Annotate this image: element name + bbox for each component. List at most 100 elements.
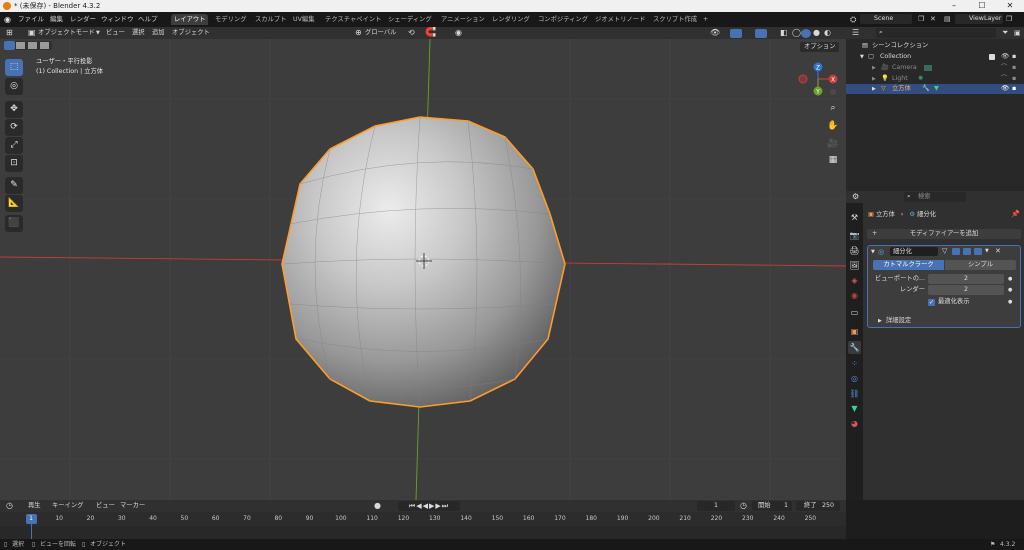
timeline-menu-view[interactable]: ビュー [96, 500, 115, 512]
outliner-collection[interactable]: ▼ ▢ Collection 👁 ▪ [846, 52, 1024, 62]
select-subtract-button[interactable] [28, 42, 37, 49]
tab-shading[interactable]: シェーディング [385, 14, 435, 25]
copy-view-layer-icon[interactable]: ❐ [1006, 12, 1012, 27]
pin-icon[interactable]: 📌 [1011, 210, 1020, 218]
viewport-menu-object[interactable]: オブジェクト [172, 27, 210, 39]
auto-keying-icon[interactable]: ● [374, 500, 381, 512]
eye-icon[interactable]: ⌒ [1001, 74, 1007, 84]
tab-geometry-nodes[interactable]: ジオメトリノード [592, 14, 648, 25]
current-frame-field[interactable]: 1 [697, 501, 735, 511]
select-new-button[interactable] [4, 41, 15, 50]
render-toggle-button[interactable] [974, 248, 982, 255]
properties-search-input[interactable]: ⌕ 検索 [904, 192, 966, 202]
proportional-edit-icon[interactable]: ◉ [455, 27, 462, 39]
timeline[interactable]: 1 10 20 30 40 50 60 70 80 90 100 110 120 130 140 150 160… [0, 512, 846, 539]
maximize-icon[interactable]: ☐ [968, 0, 996, 12]
keyframe-dot-icon[interactable]: ● [1008, 285, 1012, 295]
timeline-editor-icon[interactable]: ◷ [6, 500, 13, 512]
tab-texture-paint[interactable]: テクスチャペイント [322, 14, 384, 25]
timeline-menu-keying[interactable]: キーイング [52, 500, 83, 512]
xray-icon[interactable]: ◧ [780, 27, 788, 39]
timeline-menu-playback[interactable]: 再生 [28, 500, 41, 512]
tab-layout[interactable]: レイアウト [171, 14, 209, 25]
clock-icon[interactable]: ◷ [740, 500, 747, 512]
solid-shading-button[interactable] [801, 29, 811, 38]
data-tab-icon[interactable]: ▼ [848, 402, 861, 415]
timeline-menu-marker[interactable]: マーカー [120, 500, 145, 512]
select-box-tool[interactable]: ⬚ [5, 59, 23, 76]
view-layer-tab-icon[interactable]: 🖼 [848, 259, 861, 272]
options-dropdown[interactable]: オプション [800, 42, 840, 52]
tab-rendering[interactable]: レンダリング [489, 14, 533, 25]
modifier-name-field[interactable]: 細分化 [890, 247, 938, 256]
chevron-right-icon[interactable]: ▶ [878, 316, 882, 326]
frame-end-field[interactable]: 終了 250 [796, 501, 840, 511]
outliner-search-input[interactable]: ⌕ [876, 28, 996, 38]
view-layer-selector[interactable]: ViewLayer [955, 14, 1003, 24]
scale-tool[interactable]: ⤢ [5, 137, 23, 154]
scene-selector[interactable]: Scene [860, 14, 912, 24]
viewport-menu-add[interactable]: 追加 [152, 27, 165, 39]
edit-mode-icon[interactable]: ▽ [942, 246, 947, 257]
menu-edit[interactable]: 編集 [50, 12, 63, 27]
cage-toggle-button[interactable] [952, 248, 960, 255]
add-cube-tool[interactable]: ⬛ [5, 215, 23, 232]
rendered-shading-icon[interactable]: ◐ [824, 27, 831, 39]
tab-animation[interactable]: アニメーション [438, 14, 488, 25]
blender-menu-icon[interactable]: ◉ [4, 12, 11, 27]
pivot-icon[interactable]: ⟲ [408, 27, 415, 39]
object-tab-icon[interactable]: ▣ [848, 325, 861, 338]
playback-controls[interactable]: ⏮◀◀▶▶⏭ [398, 501, 460, 511]
snap-icon[interactable]: 🧲 [425, 27, 436, 39]
camera-render-icon[interactable]: ▪ [1012, 63, 1016, 73]
camera-render-icon[interactable]: ▪ [1012, 74, 1016, 84]
outliner-item-light[interactable]: ▶ 💡 Light ✺ ⌒ ▪ [846, 74, 1024, 84]
camera-render-icon[interactable]: ▪ [1012, 52, 1016, 62]
annotate-tool[interactable]: ✎ [5, 177, 23, 194]
cursor-tool[interactable]: ◎ [5, 78, 23, 95]
physics-tab-icon[interactable]: ◎ [848, 372, 861, 385]
particles-tab-icon[interactable]: ⁘ [848, 357, 861, 370]
new-collection-icon[interactable]: ▣ [1014, 27, 1021, 39]
select-extend-button[interactable] [16, 42, 25, 49]
viewport-menu-select[interactable]: 選択 [132, 27, 145, 39]
outliner-item-camera[interactable]: ▶ 🎥 Camera ⌒ ▪ [846, 63, 1024, 73]
viewport-menu-view[interactable]: ビュー [106, 27, 125, 39]
wireframe-shading-icon[interactable]: ◯ [792, 27, 801, 39]
scene-tab-icon[interactable]: ◈ [848, 274, 861, 287]
catmull-clark-button[interactable]: カトマルクラーク [873, 260, 944, 270]
menu-render[interactable]: レンダー [70, 12, 96, 27]
simple-button[interactable]: シンプル [945, 260, 1016, 270]
material-shading-icon[interactable]: ● [813, 27, 820, 39]
keyframe-dot-icon[interactable]: ● [1008, 274, 1012, 284]
tab-sculpt[interactable]: スカルプト [252, 14, 289, 25]
properties-editor-icon[interactable]: ⚙ [852, 191, 859, 203]
keyframe-dot-icon[interactable]: ● [1008, 297, 1012, 307]
transform-tool[interactable]: ⊡ [5, 155, 23, 172]
world-tab-icon[interactable]: ◉ [848, 289, 861, 302]
viewport-toggle-button[interactable] [963, 248, 971, 255]
collection-tab-icon[interactable]: ▭ [848, 306, 861, 319]
chevron-down-icon[interactable]: ▼ [985, 246, 989, 257]
camera-view-icon[interactable]: 🎥 [826, 137, 840, 151]
eye-icon[interactable]: 👁 [1001, 84, 1009, 94]
optimal-display-checkbox[interactable]: ✓ [928, 299, 935, 306]
constraints-tab-icon[interactable]: ⛓ [848, 387, 861, 400]
tab-modeling[interactable]: モデリング [212, 14, 249, 25]
gizmo-toggle-button[interactable] [730, 29, 742, 38]
tab-uv-editing[interactable]: UV編集 [290, 14, 318, 25]
eye-icon[interactable]: ⌒ [1001, 63, 1007, 73]
add-workspace-button[interactable]: + [700, 14, 711, 25]
menu-window[interactable]: ウィンドウ [101, 12, 134, 27]
levels-render-field[interactable]: 2 [928, 285, 1004, 295]
transform-orientation-selector[interactable]: グローバル [365, 27, 396, 39]
delete-icon[interactable]: ✕ [930, 12, 936, 27]
outliner-item-cube[interactable]: ▶ ▽ 立方体 🔧 ▼ 👁 ▪ [846, 84, 1024, 94]
3d-viewport[interactable]: Z X Y ユーザー・平行投影 (1) Collection | 立方体 オプシ… [0, 39, 846, 500]
visibility-icon[interactable]: 👁 [710, 27, 720, 39]
copy-icon[interactable]: ❐ [918, 12, 924, 27]
camera-render-icon[interactable]: ▪ [1012, 84, 1016, 94]
mode-selector[interactable]: オブジェクトモード [38, 27, 95, 39]
select-invert-button[interactable] [40, 42, 49, 49]
material-tab-icon[interactable]: ◕ [848, 417, 861, 430]
